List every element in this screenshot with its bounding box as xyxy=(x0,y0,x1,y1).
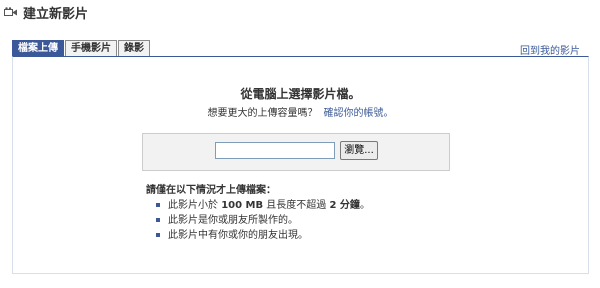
length-limit: 2 分鐘 xyxy=(329,200,360,211)
requirements-title: 請僅在以下情況才上傳檔案： xyxy=(146,185,276,196)
video-camera-icon xyxy=(4,6,18,18)
browse-button[interactable]: 瀏覽... xyxy=(340,141,378,160)
back-to-my-videos-link[interactable]: 回到我的影片 xyxy=(520,42,580,57)
bullet-icon xyxy=(156,203,160,207)
size-limit: 100 MB xyxy=(221,200,264,211)
page-title: 建立新影片 xyxy=(23,6,89,22)
verify-account-link[interactable]: 確認你的帳號。 xyxy=(324,108,394,119)
upload-subline: 想要更大的上傳容量嗎？ 確認你的帳號。 xyxy=(13,104,588,119)
tab-file-upload[interactable]: 檔案上傳 xyxy=(12,40,64,57)
tab-record[interactable]: 錄影 xyxy=(118,40,150,57)
list-item: 此影片小於 100 MB 且長度不超過 2 分鐘。 xyxy=(156,198,370,213)
file-chooser-box: 瀏覽... xyxy=(142,133,450,171)
list-item: 此影片中有你或你的朋友出現。 xyxy=(156,228,370,243)
capacity-question: 想要更大的上傳容量嗎？ xyxy=(207,108,318,119)
tab-mobile-video[interactable]: 手機影片 xyxy=(65,40,117,57)
upload-heading: 從電腦上選擇影片檔。 xyxy=(240,87,361,101)
bullet-icon xyxy=(156,218,160,222)
list-item: 此影片是你或朋友所製作的。 xyxy=(156,213,370,228)
upload-panel: 從電腦上選擇影片檔。 想要更大的上傳容量嗎？ 確認你的帳號。 瀏覽... 請僅在以… xyxy=(12,56,589,274)
file-path-input[interactable] xyxy=(215,142,335,159)
page-header: 建立新影片 xyxy=(4,4,89,22)
bullet-icon xyxy=(156,233,160,237)
requirements-list: 此影片小於 100 MB 且長度不超過 2 分鐘。 此影片是你或朋友所製作的。 … xyxy=(156,198,370,243)
tab-bar: 檔案上傳 手機影片 錄影 xyxy=(12,40,151,57)
